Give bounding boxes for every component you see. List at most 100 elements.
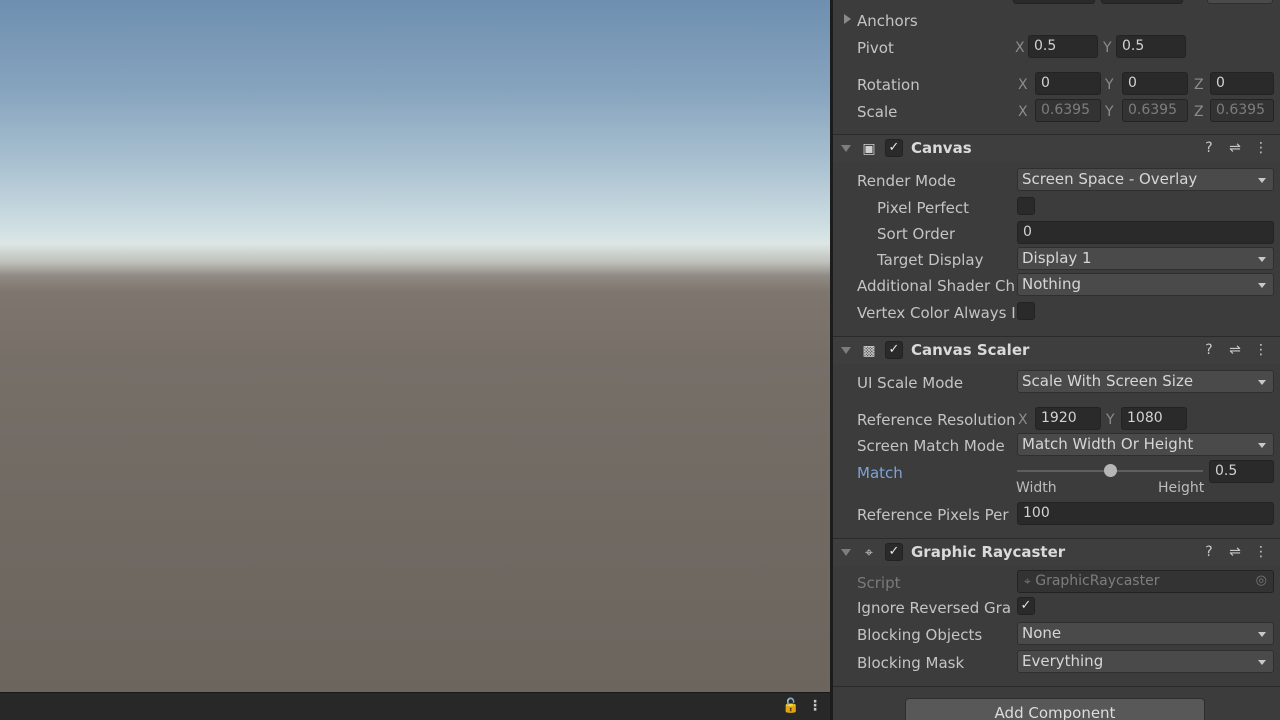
render-mode-row: Render Mode Screen Space - Overlay (833, 168, 1280, 194)
help-icon[interactable]: ? (1201, 543, 1217, 561)
rotation-y-axis: Y (1105, 77, 1114, 93)
object-picker-icon[interactable]: ◎ (1256, 573, 1267, 588)
reference-resolution-row: Reference Resolution X 1920 Y 1080 (833, 407, 1280, 433)
scale-y-field[interactable]: 0.6395 (1122, 99, 1188, 122)
screen-match-mode-value: Match Width Or Height (1022, 435, 1194, 453)
script-row: Script ⌖ GraphicRaycaster ◎ (833, 570, 1280, 596)
rotation-y-field[interactable]: 0 (1122, 72, 1188, 95)
clipped-button[interactable] (1207, 0, 1273, 4)
target-display-label: Target Display (877, 251, 984, 269)
scale-z-field[interactable]: 0.6395 (1210, 99, 1274, 122)
screen-match-mode-dropdown[interactable]: Match Width Or Height (1017, 433, 1274, 456)
screen-match-mode-label: Screen Match Mode (857, 437, 1005, 455)
fold-arrow-icon[interactable] (841, 549, 851, 556)
help-icon[interactable]: ? (1201, 139, 1217, 157)
script-value: GraphicRaycaster (1035, 573, 1160, 589)
pivot-row: Pivot X 0.5 Y 0.5 (833, 35, 1280, 61)
chevron-down-icon (1258, 632, 1266, 637)
component-menu-icon[interactable]: ⋮ (1253, 341, 1269, 359)
expand-arrow-icon[interactable] (844, 14, 851, 24)
blocking-objects-dropdown[interactable]: None (1017, 622, 1274, 645)
ui-scale-mode-dropdown[interactable]: Scale With Screen Size (1017, 370, 1274, 393)
preset-icon[interactable]: ⇌ (1227, 543, 1243, 561)
sort-order-row: Sort Order 0 (833, 221, 1280, 247)
vertex-color-label: Vertex Color Always I (857, 304, 1016, 322)
component-menu-icon[interactable]: ⋮ (1253, 543, 1269, 561)
render-mode-dropdown[interactable]: Screen Space - Overlay (1017, 168, 1274, 191)
chevron-down-icon (1258, 178, 1266, 183)
preset-icon[interactable]: ⇌ (1227, 341, 1243, 359)
canvas-scaler-component-header[interactable]: ▩ ✓ Canvas Scaler ? ⇌ ⋮ (833, 336, 1280, 364)
blocking-mask-label: Blocking Mask (857, 654, 965, 672)
blocking-mask-dropdown[interactable]: Everything (1017, 650, 1274, 673)
rotation-label: Rotation (857, 76, 920, 94)
ui-scale-mode-row: UI Scale Mode Scale With Screen Size (833, 370, 1280, 396)
additional-shader-row: Additional Shader Ch Nothing (833, 273, 1280, 299)
pixel-perfect-label: Pixel Perfect (877, 199, 970, 217)
scale-label: Scale (857, 103, 898, 121)
blocking-objects-label: Blocking Objects (857, 626, 983, 644)
blocking-objects-value: None (1022, 624, 1062, 642)
scale-z-axis: Z (1194, 104, 1204, 120)
reference-resolution-label: Reference Resolution (857, 411, 1015, 429)
reference-resolution-x-field[interactable]: 1920 (1035, 407, 1101, 430)
chevron-down-icon (1258, 660, 1266, 665)
clipped-field[interactable] (1013, 0, 1095, 4)
graphic-raycaster-component-header[interactable]: ⌖ ✓ Graphic Raycaster ? ⇌ ⋮ (833, 538, 1280, 566)
canvas-component-header[interactable]: ▣ ✓ Canvas ? ⇌ ⋮ (833, 134, 1280, 162)
blocking-mask-value: Everything (1022, 652, 1104, 670)
fold-arrow-icon[interactable] (841, 145, 851, 152)
chevron-down-icon (1258, 380, 1266, 385)
match-value-field[interactable]: 0.5 (1209, 460, 1274, 483)
scale-y-axis: Y (1105, 104, 1114, 120)
blocking-objects-row: Blocking Objects None (833, 622, 1280, 648)
pivot-y-field[interactable]: 0.5 (1116, 35, 1186, 58)
ignore-reversed-checkbox[interactable]: ✓ (1017, 597, 1035, 615)
target-display-value: Display 1 (1022, 249, 1092, 267)
fold-arrow-icon[interactable] (841, 347, 851, 354)
unity-editor: 🔓 ⋮ Anchors Pivot X 0.5 Y 0.5 Rotation X… (0, 0, 1280, 720)
vertex-color-checkbox[interactable] (1017, 302, 1035, 320)
script-field[interactable]: ⌖ GraphicRaycaster ◎ (1017, 570, 1274, 593)
graphic-raycaster-title: Graphic Raycaster (911, 543, 1066, 561)
screen-match-mode-row: Screen Match Mode Match Width Or Height (833, 433, 1280, 459)
pivot-x-field[interactable]: 0.5 (1028, 35, 1098, 58)
reference-resolution-y-field[interactable]: 1080 (1121, 407, 1187, 430)
match-slider-handle[interactable] (1104, 464, 1117, 477)
sort-order-label: Sort Order (877, 225, 956, 243)
ignore-reversed-row: Ignore Reversed Gra ✓ (833, 595, 1280, 621)
add-component-button[interactable]: Add Component (905, 698, 1205, 720)
additional-shader-label: Additional Shader Ch (857, 277, 1015, 295)
script-asset-icon: ⌖ (1024, 574, 1031, 588)
reference-pixels-label: Reference Pixels Per (857, 506, 1009, 524)
lock-icon[interactable]: 🔓 (782, 699, 799, 713)
match-row: Match 0.5 Width Height (833, 460, 1280, 500)
additional-shader-value: Nothing (1022, 275, 1081, 293)
clipped-field[interactable] (1101, 0, 1183, 4)
sort-order-field[interactable]: 0 (1017, 221, 1274, 244)
additional-shader-dropdown[interactable]: Nothing (1017, 273, 1274, 296)
canvas-scaler-enabled-checkbox[interactable]: ✓ (885, 341, 903, 359)
component-menu-icon[interactable]: ⋮ (1253, 139, 1269, 157)
rotation-z-field[interactable]: 0 (1210, 72, 1274, 95)
target-display-dropdown[interactable]: Display 1 (1017, 247, 1274, 270)
kebab-menu-icon[interactable]: ⋮ (808, 699, 822, 713)
reference-pixels-field[interactable]: 100 (1017, 502, 1274, 525)
scene-view[interactable] (0, 0, 830, 692)
pixel-perfect-checkbox[interactable] (1017, 197, 1035, 215)
ui-scale-mode-label: UI Scale Mode (857, 374, 964, 392)
anchors-row[interactable]: Anchors (833, 8, 1280, 34)
scale-x-field[interactable]: 0.6395 (1035, 99, 1101, 122)
chevron-down-icon (1258, 257, 1266, 262)
graphic-raycaster-enabled-checkbox[interactable]: ✓ (885, 543, 903, 561)
match-max-label: Height (1158, 480, 1205, 496)
rotation-x-field[interactable]: 0 (1035, 72, 1101, 95)
ignore-reversed-label: Ignore Reversed Gra (857, 599, 1012, 617)
render-mode-value: Screen Space - Overlay (1022, 170, 1198, 188)
match-label: Match (857, 464, 903, 482)
preset-icon[interactable]: ⇌ (1227, 139, 1243, 157)
help-icon[interactable]: ? (1201, 341, 1217, 359)
vertex-color-row: Vertex Color Always I (833, 300, 1280, 326)
reference-resolution-x-axis: X (1018, 412, 1028, 428)
canvas-enabled-checkbox[interactable]: ✓ (885, 139, 903, 157)
